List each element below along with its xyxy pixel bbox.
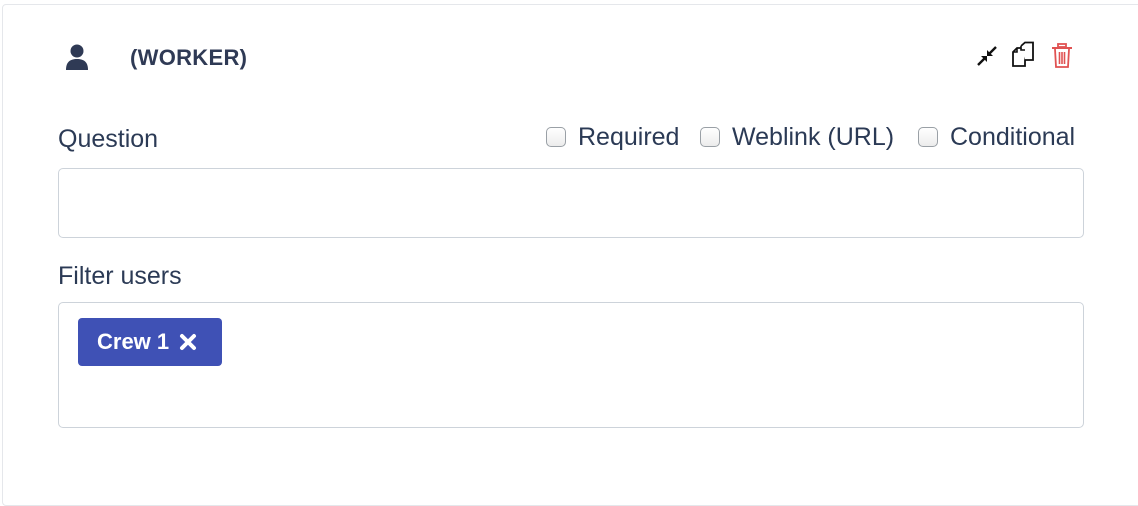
required-option[interactable]: Required [546, 120, 679, 154]
remove-tag-icon[interactable] [179, 333, 197, 351]
trash-icon[interactable] [1047, 40, 1077, 72]
conditional-label: Conditional [950, 122, 1076, 151]
filter-users-label: Filter users [58, 262, 182, 290]
conditional-checkbox[interactable] [918, 127, 938, 147]
question-label: Question [58, 125, 159, 153]
role-label: (WORKER) [130, 45, 248, 70]
required-checkbox[interactable] [546, 127, 566, 147]
user-icon [64, 43, 90, 71]
conditional-option[interactable]: Conditional [918, 120, 1075, 154]
card-header: (WORKER) [0, 0, 1138, 110]
copy-icon[interactable] [1008, 40, 1038, 72]
question-input[interactable] [58, 168, 1084, 238]
required-label: Required [578, 122, 680, 151]
collapse-icon[interactable] [972, 40, 1002, 72]
weblink-option[interactable]: Weblink (URL) [700, 120, 894, 154]
filter-tag: Crew 1 [78, 318, 222, 366]
filter-tag-label: Crew 1 [97, 329, 170, 354]
weblink-checkbox[interactable] [700, 127, 720, 147]
weblink-label: Weblink (URL) [732, 122, 895, 151]
